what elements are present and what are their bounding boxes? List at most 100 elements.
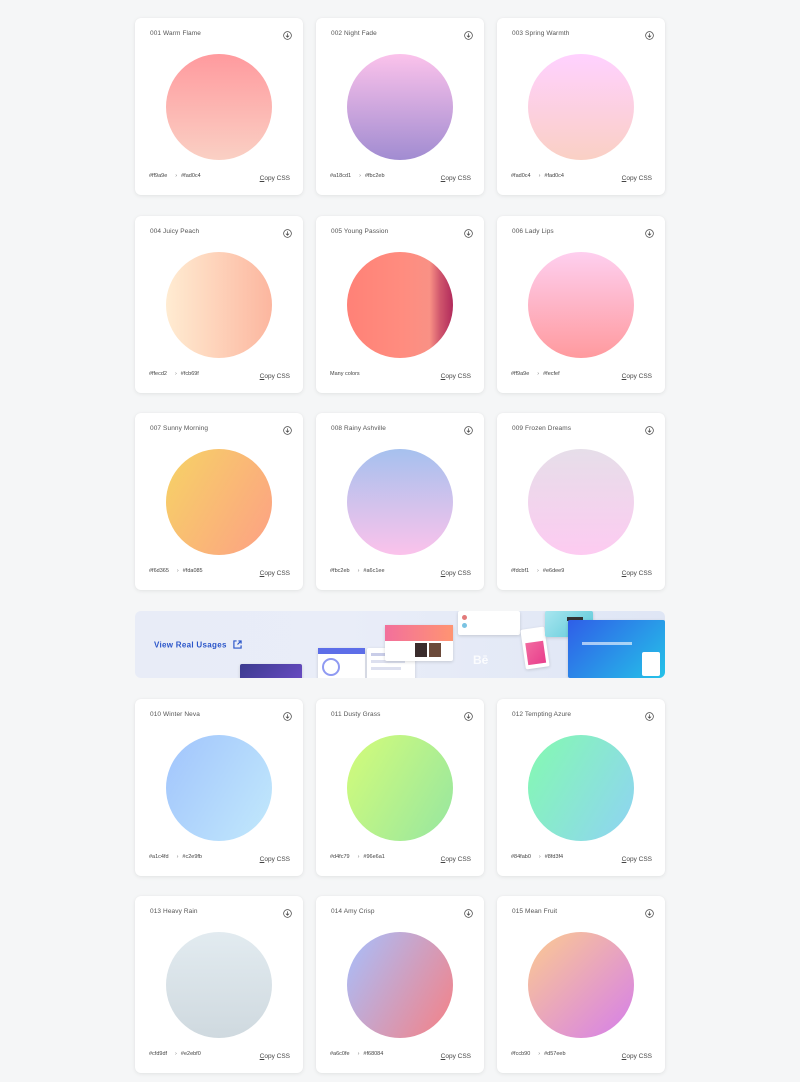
- gradient-title: 015 Mean Fruit: [512, 908, 558, 915]
- gradient-card[interactable]: 006 Lady Lips #ff9a9e › #fecfef Copy CSS: [497, 216, 665, 393]
- real-usages-banner[interactable]: View Real Usages Bē: [135, 611, 665, 678]
- copy-css-button[interactable]: Copy CSS: [622, 856, 652, 863]
- copy-css-button[interactable]: Copy CSS: [441, 373, 471, 380]
- copy-css-button[interactable]: Copy CSS: [260, 175, 290, 182]
- usage-screenshot: [385, 625, 453, 661]
- download-icon[interactable]: [464, 905, 473, 918]
- download-icon[interactable]: [464, 708, 473, 721]
- gradient-codes: #fdcbf1 › #e6dee9: [511, 568, 564, 574]
- copy-css-label-rest: opy CSS: [445, 856, 471, 863]
- gradient-card[interactable]: 013 Heavy Rain #cfd9df › #e2ebf0 Copy CSS: [135, 896, 303, 1073]
- copy-css-label-rest: opy CSS: [264, 175, 290, 182]
- download-icon[interactable]: [283, 708, 292, 721]
- gradient-codes: #ffecd2 › #fcb69f: [149, 371, 199, 377]
- gradient-card[interactable]: 011 Dusty Grass #d4fc79 › #96e6a1 Copy CSS: [316, 699, 484, 876]
- download-icon[interactable]: [283, 225, 292, 238]
- copy-css-label-rest: opy CSS: [264, 570, 290, 577]
- copy-css-label-rest: opy CSS: [445, 175, 471, 182]
- copy-css-label-rest: opy CSS: [626, 373, 652, 380]
- gradient-title: 004 Juicy Peach: [150, 228, 200, 235]
- gradient-codes: #a6c0fe › #f68084: [330, 1051, 383, 1057]
- gradient-card[interactable]: 007 Sunny Morning #f6d365 › #fda085 Copy CSS: [135, 413, 303, 590]
- gradient-card[interactable]: 009 Frozen Dreams #fdcbf1 › #e6dee9 Copy CSS: [497, 413, 665, 590]
- download-icon[interactable]: [645, 422, 654, 435]
- color-code-from: #a18cd1: [330, 173, 352, 179]
- color-code-from: #a6c0fe: [330, 1051, 350, 1057]
- download-icon[interactable]: [464, 225, 473, 238]
- arrow-icon: ›: [175, 173, 178, 179]
- gradient-card[interactable]: 005 Young Passion Many colors Copy CSS: [316, 216, 484, 393]
- gradient-card[interactable]: 008 Rainy Ashville #fbc2eb › #a6c1ee Copy CS…: [316, 413, 484, 590]
- color-code-to: #fbc2eb: [364, 173, 385, 179]
- copy-css-label-rest: opy CSS: [264, 373, 290, 380]
- gradient-card[interactable]: 014 Amy Crisp #a6c0fe › #f68084 Copy CSS: [316, 896, 484, 1073]
- color-code-to: #d57eeb: [544, 1051, 566, 1057]
- color-code-to: #fecfef: [543, 371, 560, 377]
- gradient-swatch: [166, 252, 272, 358]
- gradient-card[interactable]: 012 Tempting Azure #84fab0 › #8fd3f4 Copy CS…: [497, 699, 665, 876]
- arrow-icon: ›: [357, 1051, 360, 1057]
- gradient-card[interactable]: 004 Juicy Peach #ffecd2 › #fcb69f Copy CSS: [135, 216, 303, 393]
- gradient-codes: #ff9a9e › #fecfef: [511, 371, 560, 377]
- color-code-from: #fccb90: [511, 1051, 531, 1057]
- gradient-swatch: [347, 252, 453, 358]
- copy-css-button[interactable]: Copy CSS: [260, 856, 290, 863]
- download-icon[interactable]: [645, 708, 654, 721]
- usage-screenshot: [568, 620, 665, 678]
- download-icon[interactable]: [645, 27, 654, 40]
- gradient-title: 012 Tempting Azure: [512, 711, 572, 718]
- copy-css-button[interactable]: Copy CSS: [622, 570, 652, 577]
- gradient-codes: #cfd9df › #e2ebf0: [149, 1051, 201, 1057]
- gradient-title: 002 Night Fade: [331, 30, 377, 37]
- color-code-from: #fbc2eb: [330, 568, 350, 574]
- color-code-to: #fad0c4: [181, 173, 201, 179]
- arrow-icon: ›: [176, 568, 179, 574]
- gradient-swatch: [347, 932, 453, 1038]
- download-icon[interactable]: [645, 225, 654, 238]
- color-code-to: #fda085: [182, 568, 203, 574]
- download-icon[interactable]: [283, 905, 292, 918]
- color-code-to: #f68084: [363, 1051, 384, 1057]
- copy-css-button[interactable]: Copy CSS: [441, 856, 471, 863]
- copy-css-button[interactable]: Copy CSS: [622, 175, 652, 182]
- download-icon[interactable]: [645, 905, 654, 918]
- gradient-codes: #d4fc79 › #96e6a1: [330, 854, 385, 860]
- gradient-card[interactable]: 010 Winter Neva #a1c4fd › #c2e9fb Copy CSS: [135, 699, 303, 876]
- copy-css-button[interactable]: Copy CSS: [260, 570, 290, 577]
- gradient-codes: Many colors: [330, 371, 360, 377]
- copy-css-button[interactable]: Copy CSS: [441, 175, 471, 182]
- gradient-title: 007 Sunny Morning: [150, 425, 209, 432]
- gradient-swatch: [528, 932, 634, 1038]
- gradient-card[interactable]: 002 Night Fade #a18cd1 › #fbc2eb Copy CSS: [316, 18, 484, 195]
- gradient-card[interactable]: 001 Warm Flame #ff9a9e › #fad0c4 Copy CSS: [135, 18, 303, 195]
- download-icon[interactable]: [464, 27, 473, 40]
- view-real-usages-link[interactable]: View Real Usages: [154, 640, 242, 651]
- gradient-card[interactable]: 015 Mean Fruit #fccb90 › #d57eeb Copy CSS: [497, 896, 665, 1073]
- copy-css-button[interactable]: Copy CSS: [260, 1053, 290, 1060]
- download-icon[interactable]: [283, 27, 292, 40]
- copy-css-label-rest: opy CSS: [626, 1053, 652, 1060]
- color-code-from: #ffecd2: [149, 371, 167, 377]
- copy-css-button[interactable]: Copy CSS: [622, 373, 652, 380]
- copy-css-button[interactable]: Copy CSS: [441, 570, 471, 577]
- download-icon[interactable]: [283, 422, 292, 435]
- view-real-usages-label: View Real Usages: [154, 640, 227, 650]
- gradient-title: 006 Lady Lips: [512, 228, 554, 235]
- copy-css-button[interactable]: Copy CSS: [441, 1053, 471, 1060]
- copy-css-button[interactable]: Copy CSS: [622, 1053, 652, 1060]
- gradient-card[interactable]: 003 Spring Warmth #fad0c4 › #fad0c4 Copy CSS: [497, 18, 665, 195]
- gradient-title: 008 Rainy Ashville: [331, 425, 386, 432]
- copy-css-button[interactable]: Copy CSS: [260, 373, 290, 380]
- gradient-title: 003 Spring Warmth: [512, 30, 570, 37]
- gradient-swatch: [347, 449, 453, 555]
- gradient-swatch: [528, 54, 634, 160]
- color-code-from: #fdcbf1: [511, 568, 530, 574]
- download-icon[interactable]: [464, 422, 473, 435]
- usage-screenshot: [318, 648, 365, 678]
- color-code-to: #a6c1ee: [363, 568, 385, 574]
- gradient-title: 009 Frozen Dreams: [512, 425, 572, 432]
- arrow-icon: ›: [357, 568, 360, 574]
- gradient-swatch: [347, 735, 453, 841]
- gradient-swatch: [347, 54, 453, 160]
- gradient-swatch: [528, 252, 634, 358]
